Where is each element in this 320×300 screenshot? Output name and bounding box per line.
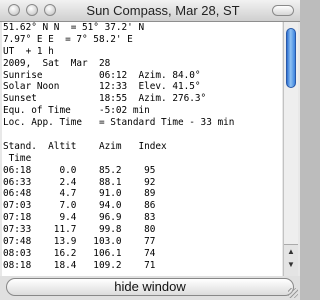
title-bar[interactable]: Sun Compass, Mar 28, ST	[0, 0, 300, 22]
toolbar-toggle-icon[interactable]	[272, 5, 294, 16]
report-line: Time	[3, 152, 32, 164]
report-line: 08:03 16.2 106.1 74	[3, 247, 156, 259]
report-line: Stand. Altit Azim Index	[3, 140, 167, 152]
report-line: 07:18 9.4 96.9 83	[3, 212, 156, 224]
scrollbar-thumb[interactable]	[286, 28, 296, 88]
vertical-scrollbar[interactable]: ▲ ▼	[283, 22, 298, 277]
report-line: 7.97° E E = 7° 58.2' E	[3, 33, 133, 45]
close-window-icon[interactable]	[8, 4, 20, 16]
report-line	[2, 129, 282, 141]
report-line: Solar Noon 12:33 Elev. 41.5°	[3, 81, 201, 93]
hide-window-button[interactable]: hide window	[6, 278, 294, 296]
report-line: Sunset 18:55 Azim. 276.3°	[3, 93, 207, 105]
report-line: 07:03 7.0 94.0 86	[3, 200, 156, 212]
scroll-arrows: ▲ ▼	[284, 244, 298, 277]
report-line: UT + 1 h	[3, 45, 54, 57]
sun-report-text[interactable]: 51.62° N N = 51° 37.2' N 7.97° E E = 7° 5…	[2, 22, 282, 276]
report-line: Loc. App. Time = Standard Time - 33 min	[3, 117, 235, 129]
bottom-bar: hide window	[0, 276, 300, 300]
report-line: 08:18 18.4 109.2 71	[3, 259, 156, 271]
report-line: 06:48 4.7 91.0 89	[3, 188, 156, 200]
report-line: 51.62° N N = 51° 37.2' N	[3, 22, 145, 33]
report-line: Sunrise 06:12 Azim. 84.0°	[3, 69, 201, 81]
report-line: 07:33 11.7 99.8 80	[3, 224, 156, 236]
report-line: 06:33 2.4 88.1 92	[3, 176, 156, 188]
scroll-down-arrow-icon[interactable]: ▼	[287, 261, 295, 269]
report-line: 06:18 0.0 85.2 95	[3, 164, 156, 176]
minimize-window-icon[interactable]	[26, 4, 38, 16]
sun-compass-window: Sun Compass, Mar 28, ST 51.62° N N = 51°…	[0, 0, 300, 300]
report-line: Equ. of Time -5:02 min	[3, 105, 150, 117]
resize-grip-icon[interactable]	[288, 288, 298, 298]
report-line: 2009, Sat Mar 28	[3, 57, 111, 69]
zoom-window-icon[interactable]	[44, 4, 56, 16]
window-title: Sun Compass, Mar 28, ST	[86, 3, 240, 18]
report-line: 07:48 13.9 103.0 77	[3, 236, 156, 248]
scroll-up-arrow-icon[interactable]: ▲	[287, 248, 295, 256]
